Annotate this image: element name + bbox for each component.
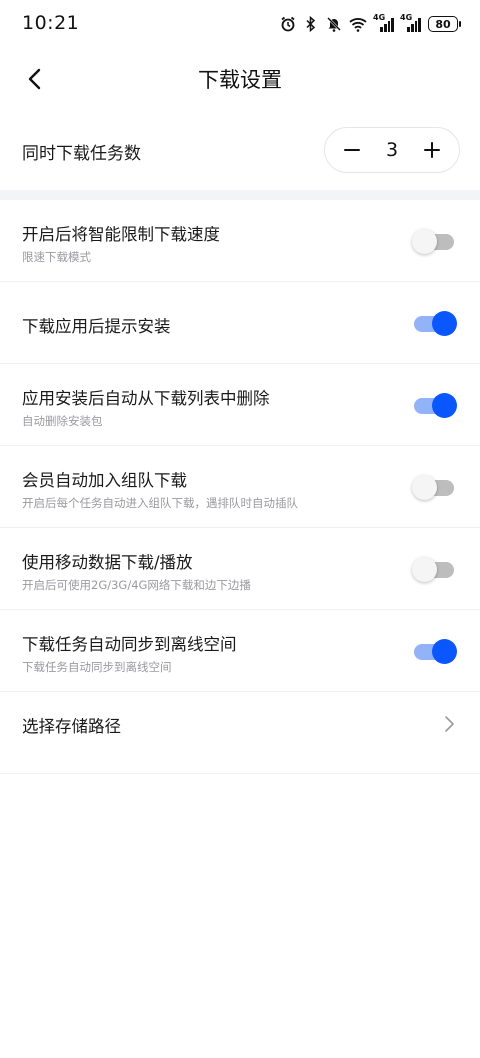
speed-limit-toggle[interactable] [412, 229, 454, 254]
setting-subtitle: 下载任务自动同步到离线空间 [22, 660, 172, 674]
chevron-right-icon [445, 716, 454, 732]
install-prompt-toggle[interactable] [414, 311, 457, 336]
setting-row-auto-delete[interactable]: 应用安装后自动从下载列表中删除 自动删除安装包 [0, 364, 480, 446]
storage-path-label: 选择存储路径 [22, 717, 121, 736]
setting-title: 下载应用后提示安装 [22, 317, 171, 336]
decrement-button[interactable] [341, 139, 363, 161]
signal-label: 4G [400, 13, 413, 22]
status-icons: 4G 4G 80 [280, 13, 461, 34]
setting-title: 应用安装后自动从下载列表中删除 [22, 389, 270, 408]
setting-row-team-download[interactable]: 会员自动加入组队下载 开启后每个任务自动进入组队下载，遇排队时自动插队 [0, 446, 480, 528]
setting-row-offline-sync[interactable]: 下载任务自动同步到离线空间 下载任务自动同步到离线空间 [0, 610, 480, 692]
signal-label: 4G [373, 13, 386, 22]
signal-icon: 4G [373, 13, 394, 32]
team-download-toggle[interactable] [412, 475, 454, 500]
setting-subtitle: 开启后可使用2G/3G/4G网络下载和边下边播 [22, 578, 251, 592]
offline-sync-toggle[interactable] [414, 639, 457, 664]
auto-delete-toggle[interactable] [414, 393, 457, 418]
storage-path-row[interactable]: 选择存储路径 [0, 692, 480, 774]
setting-title: 使用移动数据下载/播放 [22, 553, 193, 572]
signal-icon: 4G [400, 13, 421, 32]
concurrent-tasks-stepper: 3 [324, 127, 460, 173]
header: 下载设置 [0, 48, 480, 110]
concurrent-tasks-label: 同时下载任务数 [22, 144, 141, 164]
mobile-data-toggle[interactable] [412, 557, 454, 582]
setting-subtitle: 开启后每个任务自动进入组队下载，遇排队时自动插队 [22, 496, 298, 510]
concurrent-tasks-row: 同时下载任务数 3 [0, 116, 480, 186]
setting-title: 开启后将智能限制下载速度 [22, 225, 220, 244]
setting-subtitle: 自动删除安装包 [22, 414, 103, 428]
mute-icon [327, 17, 341, 32]
setting-title: 下载任务自动同步到离线空间 [22, 635, 237, 654]
increment-button[interactable] [421, 139, 443, 161]
setting-subtitle: 限速下载模式 [22, 250, 91, 264]
alarm-icon [281, 16, 295, 32]
section-divider [0, 190, 480, 200]
page-title: 下载设置 [198, 68, 282, 92]
battery-level: 80 [435, 17, 451, 31]
setting-row-speed-limit[interactable]: 开启后将智能限制下载速度 限速下载模式 [0, 200, 480, 282]
settings-list: 开启后将智能限制下载速度 限速下载模式 下载应用后提示安装 应用安装后自动从下载… [0, 200, 480, 774]
setting-title: 会员自动加入组队下载 [22, 471, 187, 490]
setting-row-mobile-data[interactable]: 使用移动数据下载/播放 开启后可使用2G/3G/4G网络下载和边下边播 [0, 528, 480, 610]
stepper-value: 3 [385, 139, 399, 161]
status-bar: 10:21 4G 4G 80 [0, 0, 480, 48]
bluetooth-icon [306, 16, 316, 32]
setting-row-install-prompt[interactable]: 下载应用后提示安装 [0, 282, 480, 364]
status-time: 10:21 [22, 12, 80, 34]
wifi-icon [349, 18, 367, 32]
battery-icon: 80 [428, 16, 461, 32]
